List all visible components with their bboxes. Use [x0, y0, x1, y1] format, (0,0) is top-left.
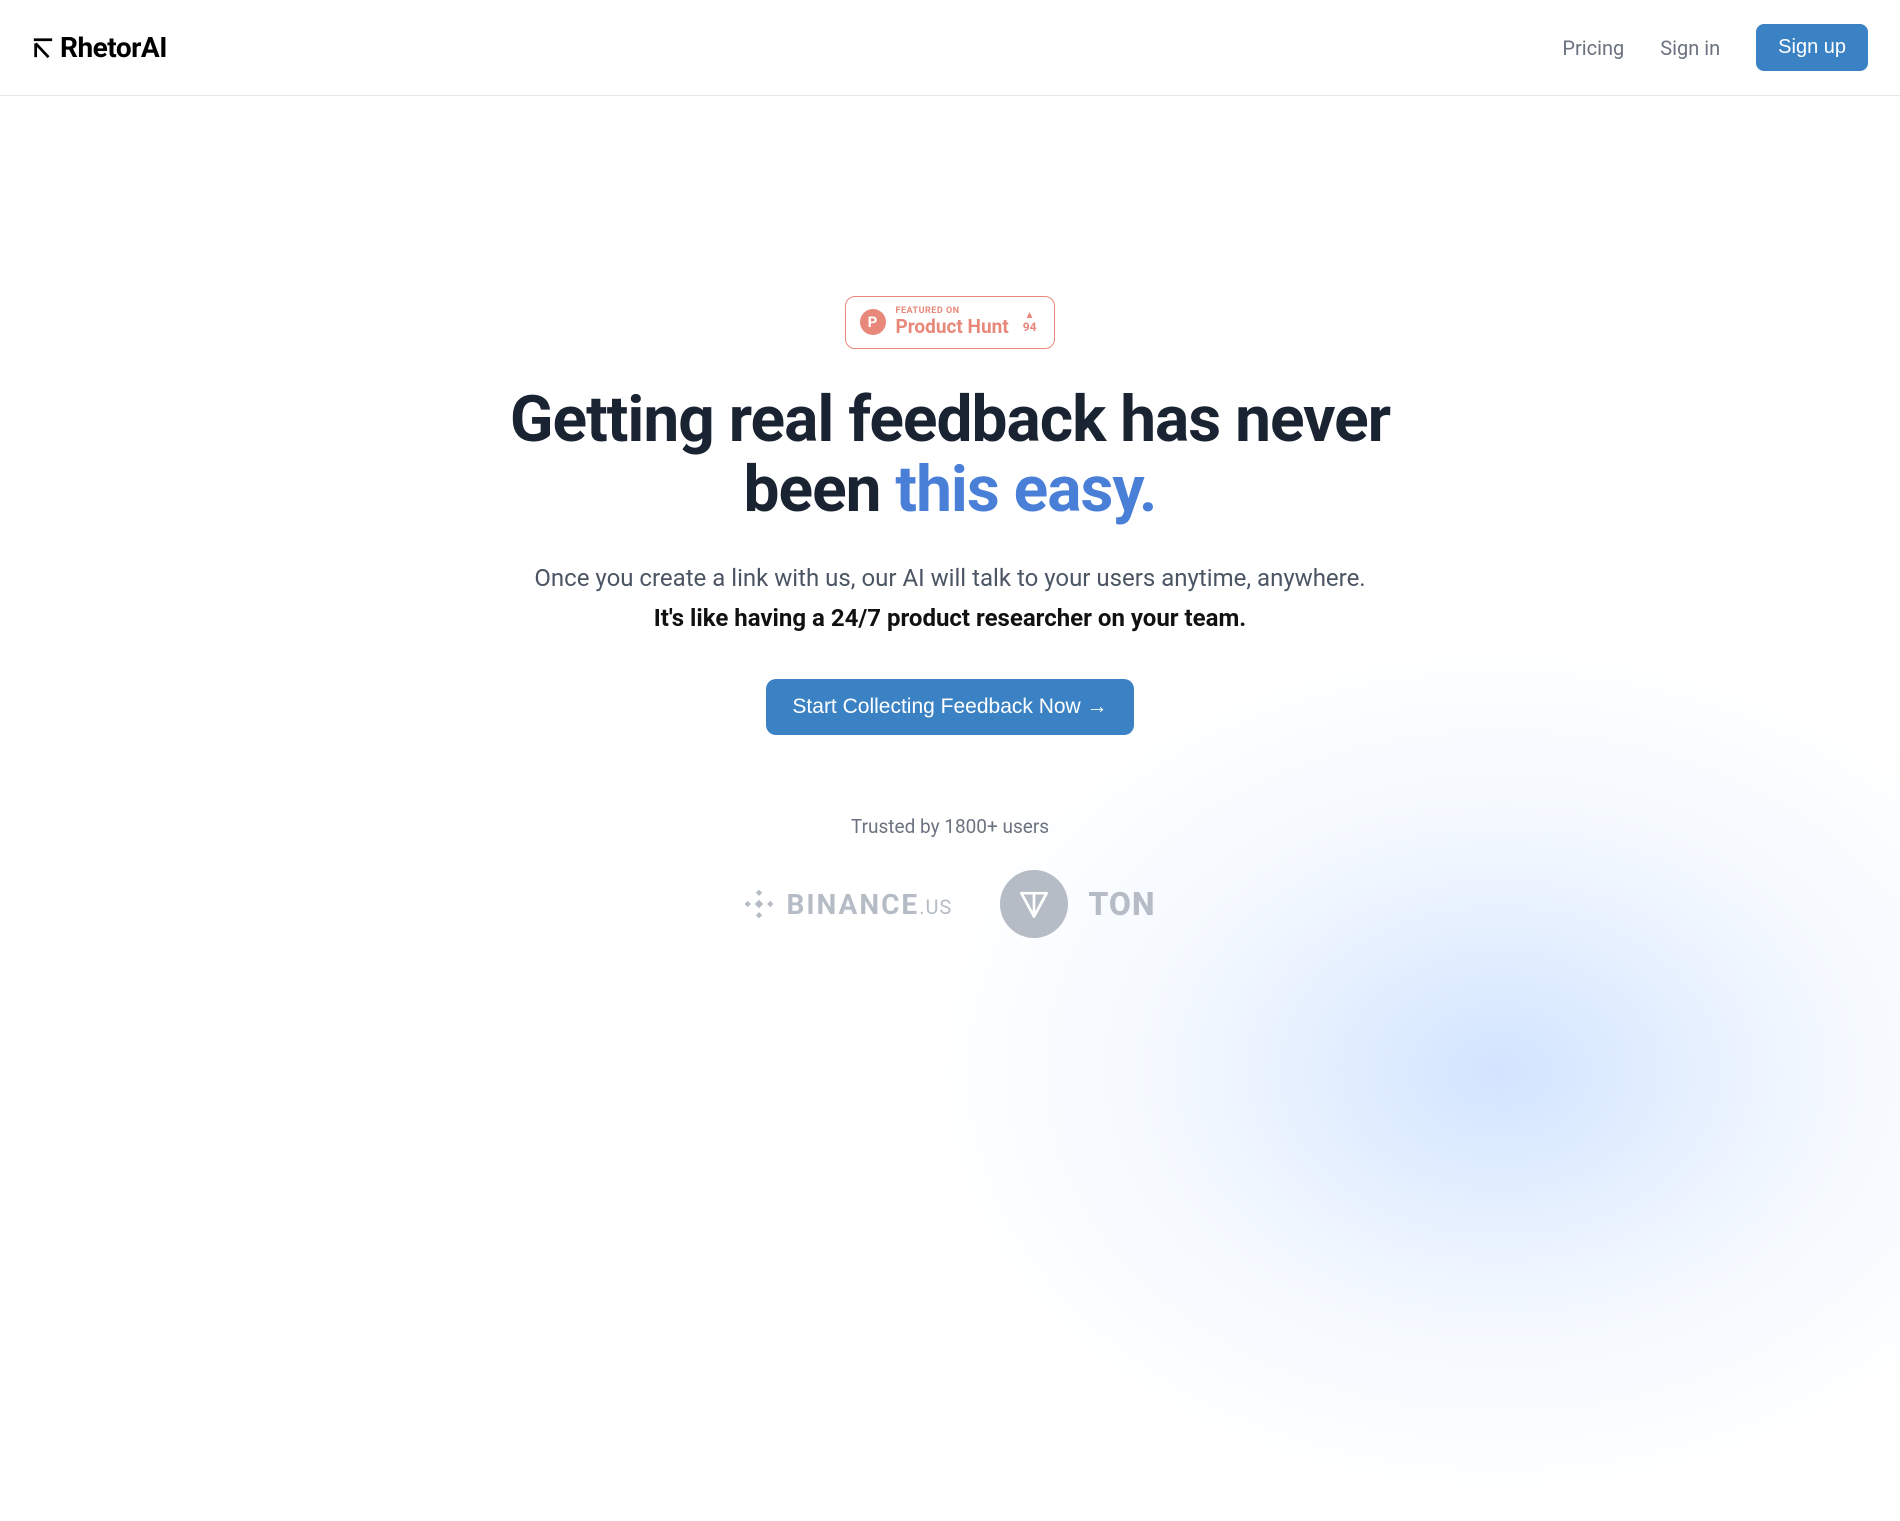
subhead-line1: Once you create a link with us, our AI w…: [450, 558, 1450, 599]
ph-letter: P: [868, 313, 878, 331]
product-hunt-icon: P: [860, 309, 886, 335]
header: RhetorAI Pricing Sign in Sign up: [0, 0, 1900, 96]
hero-subhead: Once you create a link with us, our AI w…: [450, 558, 1450, 640]
ton-icon: [1000, 870, 1068, 938]
logo-icon: [32, 37, 54, 59]
binance-icon: [744, 889, 774, 919]
ton-text: TON: [1088, 885, 1155, 923]
ph-badge-left: P FEATURED ON Product Hunt: [860, 307, 1009, 338]
hero-headline: Getting real feedback has never been thi…: [450, 385, 1450, 526]
binance-suffix: .US: [919, 895, 952, 919]
trust-logos: BINANCE.US TON: [450, 870, 1450, 938]
trust-section: Trusted by 1800+ users BINANCE.US: [450, 815, 1450, 938]
signup-button[interactable]: Sign up: [1756, 24, 1868, 71]
ph-text-block: FEATURED ON Product Hunt: [896, 307, 1009, 338]
nav-pricing[interactable]: Pricing: [1562, 36, 1624, 60]
headline-accent: this easy.: [895, 452, 1156, 527]
binance-logo-text: BINANCE.US: [786, 888, 952, 921]
cta-button[interactable]: Start Collecting Feedback Now →: [766, 679, 1133, 735]
binance-main: BINANCE: [786, 888, 919, 921]
trust-label: Trusted by 1800+ users: [450, 815, 1450, 838]
ph-upvote-count: ▲ 94: [1023, 311, 1037, 333]
nav-signin[interactable]: Sign in: [1660, 36, 1720, 60]
logo[interactable]: RhetorAI: [32, 31, 167, 64]
binance-logo: BINANCE.US: [744, 888, 952, 921]
ph-upvote-number: 94: [1023, 321, 1037, 333]
logo-text: RhetorAI: [60, 31, 167, 64]
product-hunt-badge[interactable]: P FEATURED ON Product Hunt ▲ 94: [845, 296, 1056, 349]
nav: Pricing Sign in Sign up: [1562, 24, 1868, 71]
hero-section: P FEATURED ON Product Hunt ▲ 94 Getting …: [450, 96, 1450, 938]
ph-name: Product Hunt: [896, 317, 1009, 338]
subhead-line2: It's like having a 24/7 product research…: [450, 598, 1450, 639]
ton-logo: TON: [1000, 870, 1155, 938]
